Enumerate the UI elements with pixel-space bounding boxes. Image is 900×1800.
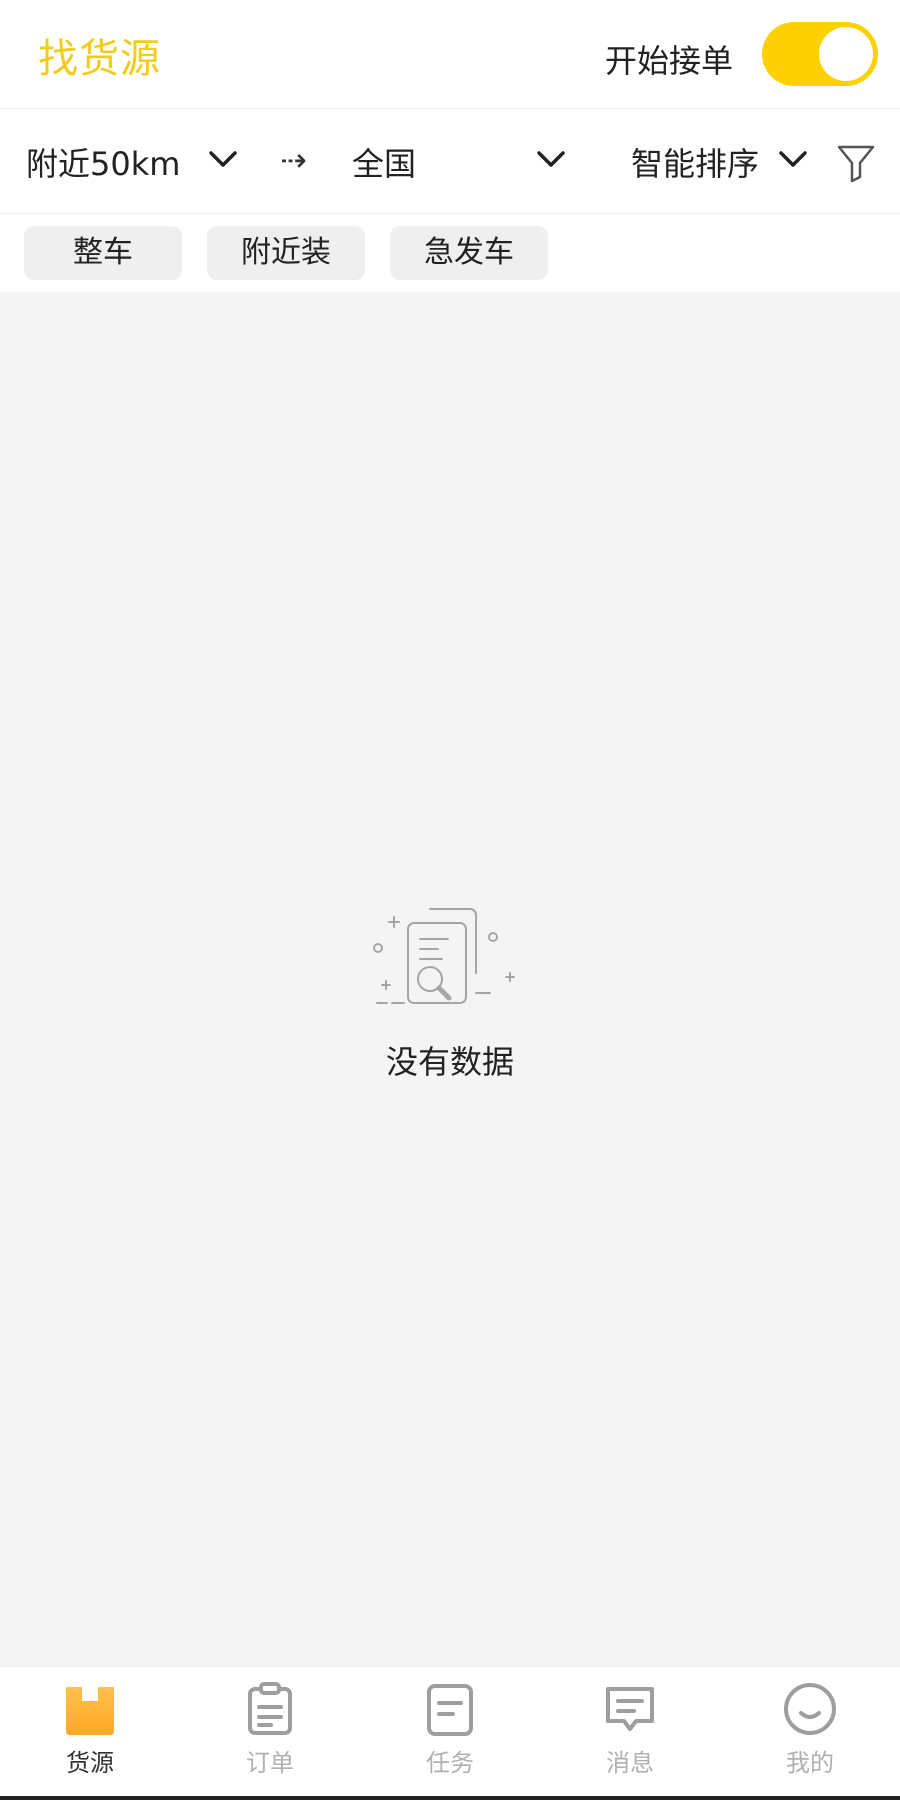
clipboard-icon (248, 1682, 292, 1735)
filter-bar: 附近50km ⇢ 全国 智能排序 (0, 109, 900, 214)
cargo-icon (66, 1687, 114, 1735)
origin-filter[interactable]: 附近50km (26, 139, 180, 185)
empty-state-text: 没有数据 (385, 1043, 514, 1081)
accept-orders-toggle[interactable] (762, 22, 878, 86)
chevron-down-icon[interactable] (536, 149, 566, 171)
chevron-down-icon[interactable] (208, 149, 238, 171)
toggle-knob (819, 27, 873, 81)
tab-label-messages: 消息 (606, 1749, 654, 1777)
route-arrow-icon: ⇢ (280, 141, 307, 179)
smiley-icon (784, 1683, 836, 1735)
bottom-tab-bar: 货源 订单 任务 消息 我的 (0, 1666, 900, 1797)
tab-profile[interactable]: 我的 (750, 1681, 870, 1778)
tag-whole-truck[interactable]: 整车 (24, 226, 182, 280)
message-icon (606, 1687, 654, 1731)
tag-urgent-departure[interactable]: 急发车 (390, 226, 548, 280)
funnel-icon[interactable] (836, 143, 876, 183)
chevron-down-icon[interactable] (778, 149, 808, 171)
empty-state: 没有数据 (0, 905, 900, 1083)
tab-cargo[interactable]: 货源 (30, 1681, 150, 1778)
page-title: 找货源 (38, 36, 161, 82)
top-header: 找货源 开始接单 (0, 0, 900, 109)
tab-messages[interactable]: 消息 (570, 1681, 690, 1778)
tab-orders[interactable]: 订单 (210, 1681, 330, 1778)
tab-tasks[interactable]: 任务 (390, 1681, 510, 1778)
quick-tags: 整车 附近装 急发车 (0, 214, 900, 292)
tab-label-profile: 我的 (786, 1749, 834, 1777)
destination-filter[interactable]: 全国 (352, 139, 416, 185)
tag-nearby-load[interactable]: 附近装 (207, 226, 365, 280)
empty-document-search-icon (373, 908, 515, 1004)
accept-orders-label: 开始接单 (605, 42, 734, 80)
home-indicator (0, 1796, 900, 1800)
task-document-icon (427, 1684, 473, 1736)
tab-label-tasks: 任务 (426, 1749, 474, 1777)
tab-label-orders: 订单 (246, 1749, 294, 1777)
tab-label-cargo: 货源 (66, 1749, 114, 1777)
sort-filter[interactable]: 智能排序 (631, 139, 759, 185)
